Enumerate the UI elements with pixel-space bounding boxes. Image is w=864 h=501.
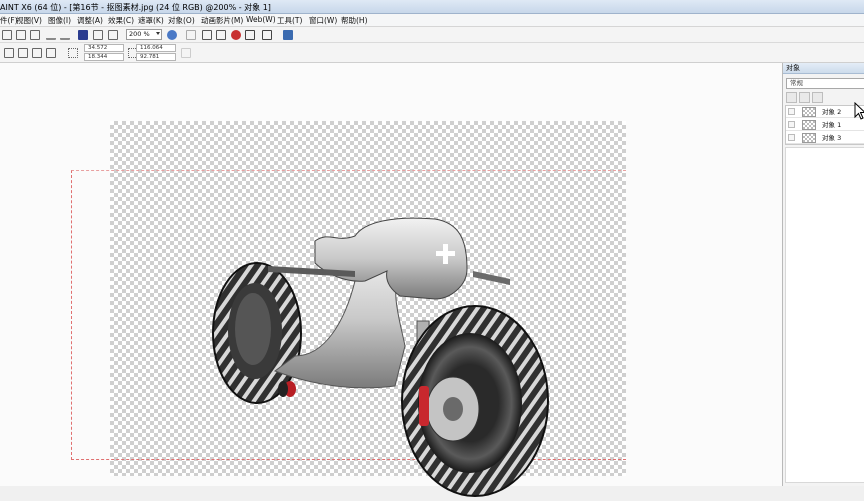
- chevron-down-icon: [156, 32, 160, 35]
- paste-icon[interactable]: [30, 30, 40, 40]
- standard-toolbar: 200 %: [0, 27, 864, 43]
- copy-icon[interactable]: [16, 30, 26, 40]
- layer-label: 对象 3: [822, 134, 842, 142]
- canvas-area[interactable]: [0, 63, 782, 497]
- visibility-icon[interactable]: [788, 121, 795, 128]
- scan-icon[interactable]: [216, 30, 226, 40]
- panel-buttons: [786, 92, 846, 103]
- menu-tools[interactable]: 工具(T): [277, 15, 302, 26]
- layer-thumbnail: [802, 107, 816, 117]
- x-position-field[interactable]: 34.572: [84, 44, 124, 52]
- menu-effects[interactable]: 效果(C): [108, 15, 134, 26]
- layer-list: 对象 2 对象 1 对象 3: [785, 105, 864, 145]
- merge-mode-select[interactable]: 常规: [786, 78, 864, 89]
- layer-label: 对象 2: [822, 108, 842, 116]
- menu-web[interactable]: Web(W): [246, 15, 276, 24]
- menu-mask[interactable]: 遮罩(K): [138, 15, 164, 26]
- menu-view[interactable]: 视图(V): [16, 15, 42, 26]
- property-bar: 34.572 18.344 116.064 92.781: [0, 43, 864, 63]
- panel-body: [785, 147, 864, 483]
- visibility-icon[interactable]: [788, 108, 795, 115]
- export-icon[interactable]: [93, 30, 103, 40]
- layer-row[interactable]: 对象 3: [786, 132, 864, 144]
- redo-icon[interactable]: [60, 30, 70, 40]
- layer-label: 对象 1: [822, 121, 842, 129]
- launch-icon[interactable]: [108, 30, 118, 40]
- menu-object[interactable]: 对象(O): [168, 15, 195, 26]
- lock-icon[interactable]: [799, 92, 810, 103]
- grid-icon[interactable]: [245, 30, 255, 40]
- menu-movie[interactable]: 动画影片(M): [201, 15, 243, 26]
- mouse-cursor-icon: [854, 102, 864, 120]
- lock-ratio-icon[interactable]: [181, 48, 191, 58]
- objects-panel: 对象 常规 对象 2 对象 1 对象 3: [782, 63, 864, 486]
- zoom-value: 200 %: [129, 30, 150, 38]
- menu-window[interactable]: 窗口(W): [309, 15, 337, 26]
- cut-icon[interactable]: [2, 30, 12, 40]
- width-field[interactable]: 116.064: [136, 44, 176, 52]
- layer-row[interactable]: 对象 2: [786, 106, 864, 118]
- menu-adjust[interactable]: 调整(A): [77, 15, 103, 26]
- layer-thumbnail: [802, 133, 816, 143]
- title-bar: AINT X6 (64 位) - [第16节 - 抠图素材.jpg (24 位 …: [0, 0, 864, 14]
- layer-thumbnail: [802, 120, 816, 130]
- import-icon[interactable]: [78, 30, 88, 40]
- layer-row[interactable]: 对象 1: [786, 119, 864, 131]
- transform-distort-icon[interactable]: [46, 48, 56, 58]
- window-icon[interactable]: [262, 30, 272, 40]
- full-screen-icon[interactable]: [186, 30, 196, 40]
- transform-position-icon[interactable]: [4, 48, 14, 58]
- record-icon[interactable]: [231, 30, 241, 40]
- panel-title: 对象: [783, 63, 864, 74]
- position-icon: [68, 48, 78, 58]
- undo-icon[interactable]: [46, 30, 56, 40]
- transform-skew-icon[interactable]: [32, 48, 42, 58]
- height-field[interactable]: 92.781: [136, 53, 176, 61]
- options-icon[interactable]: [283, 30, 293, 40]
- menu-image[interactable]: 图像(I): [48, 15, 71, 26]
- transform-rotate-icon[interactable]: [18, 48, 28, 58]
- y-position-field[interactable]: 18.344: [84, 53, 124, 61]
- menu-bar: 件(F) 视图(V) 图像(I) 调整(A) 效果(C) 遮罩(K) 对象(O)…: [0, 14, 864, 27]
- menu-help[interactable]: 帮助(H): [341, 15, 368, 26]
- visibility-icon[interactable]: [788, 134, 795, 141]
- motorcycle-cutout-object[interactable]: [205, 171, 565, 501]
- delete-icon[interactable]: [812, 92, 823, 103]
- zoom-select[interactable]: 200 %: [126, 29, 162, 40]
- zoom-fit-icon[interactable]: [167, 30, 177, 40]
- print-icon[interactable]: [202, 30, 212, 40]
- new-object-icon[interactable]: [786, 92, 797, 103]
- window-title: AINT X6 (64 位) - [第16节 - 抠图素材.jpg (24 位 …: [0, 3, 271, 12]
